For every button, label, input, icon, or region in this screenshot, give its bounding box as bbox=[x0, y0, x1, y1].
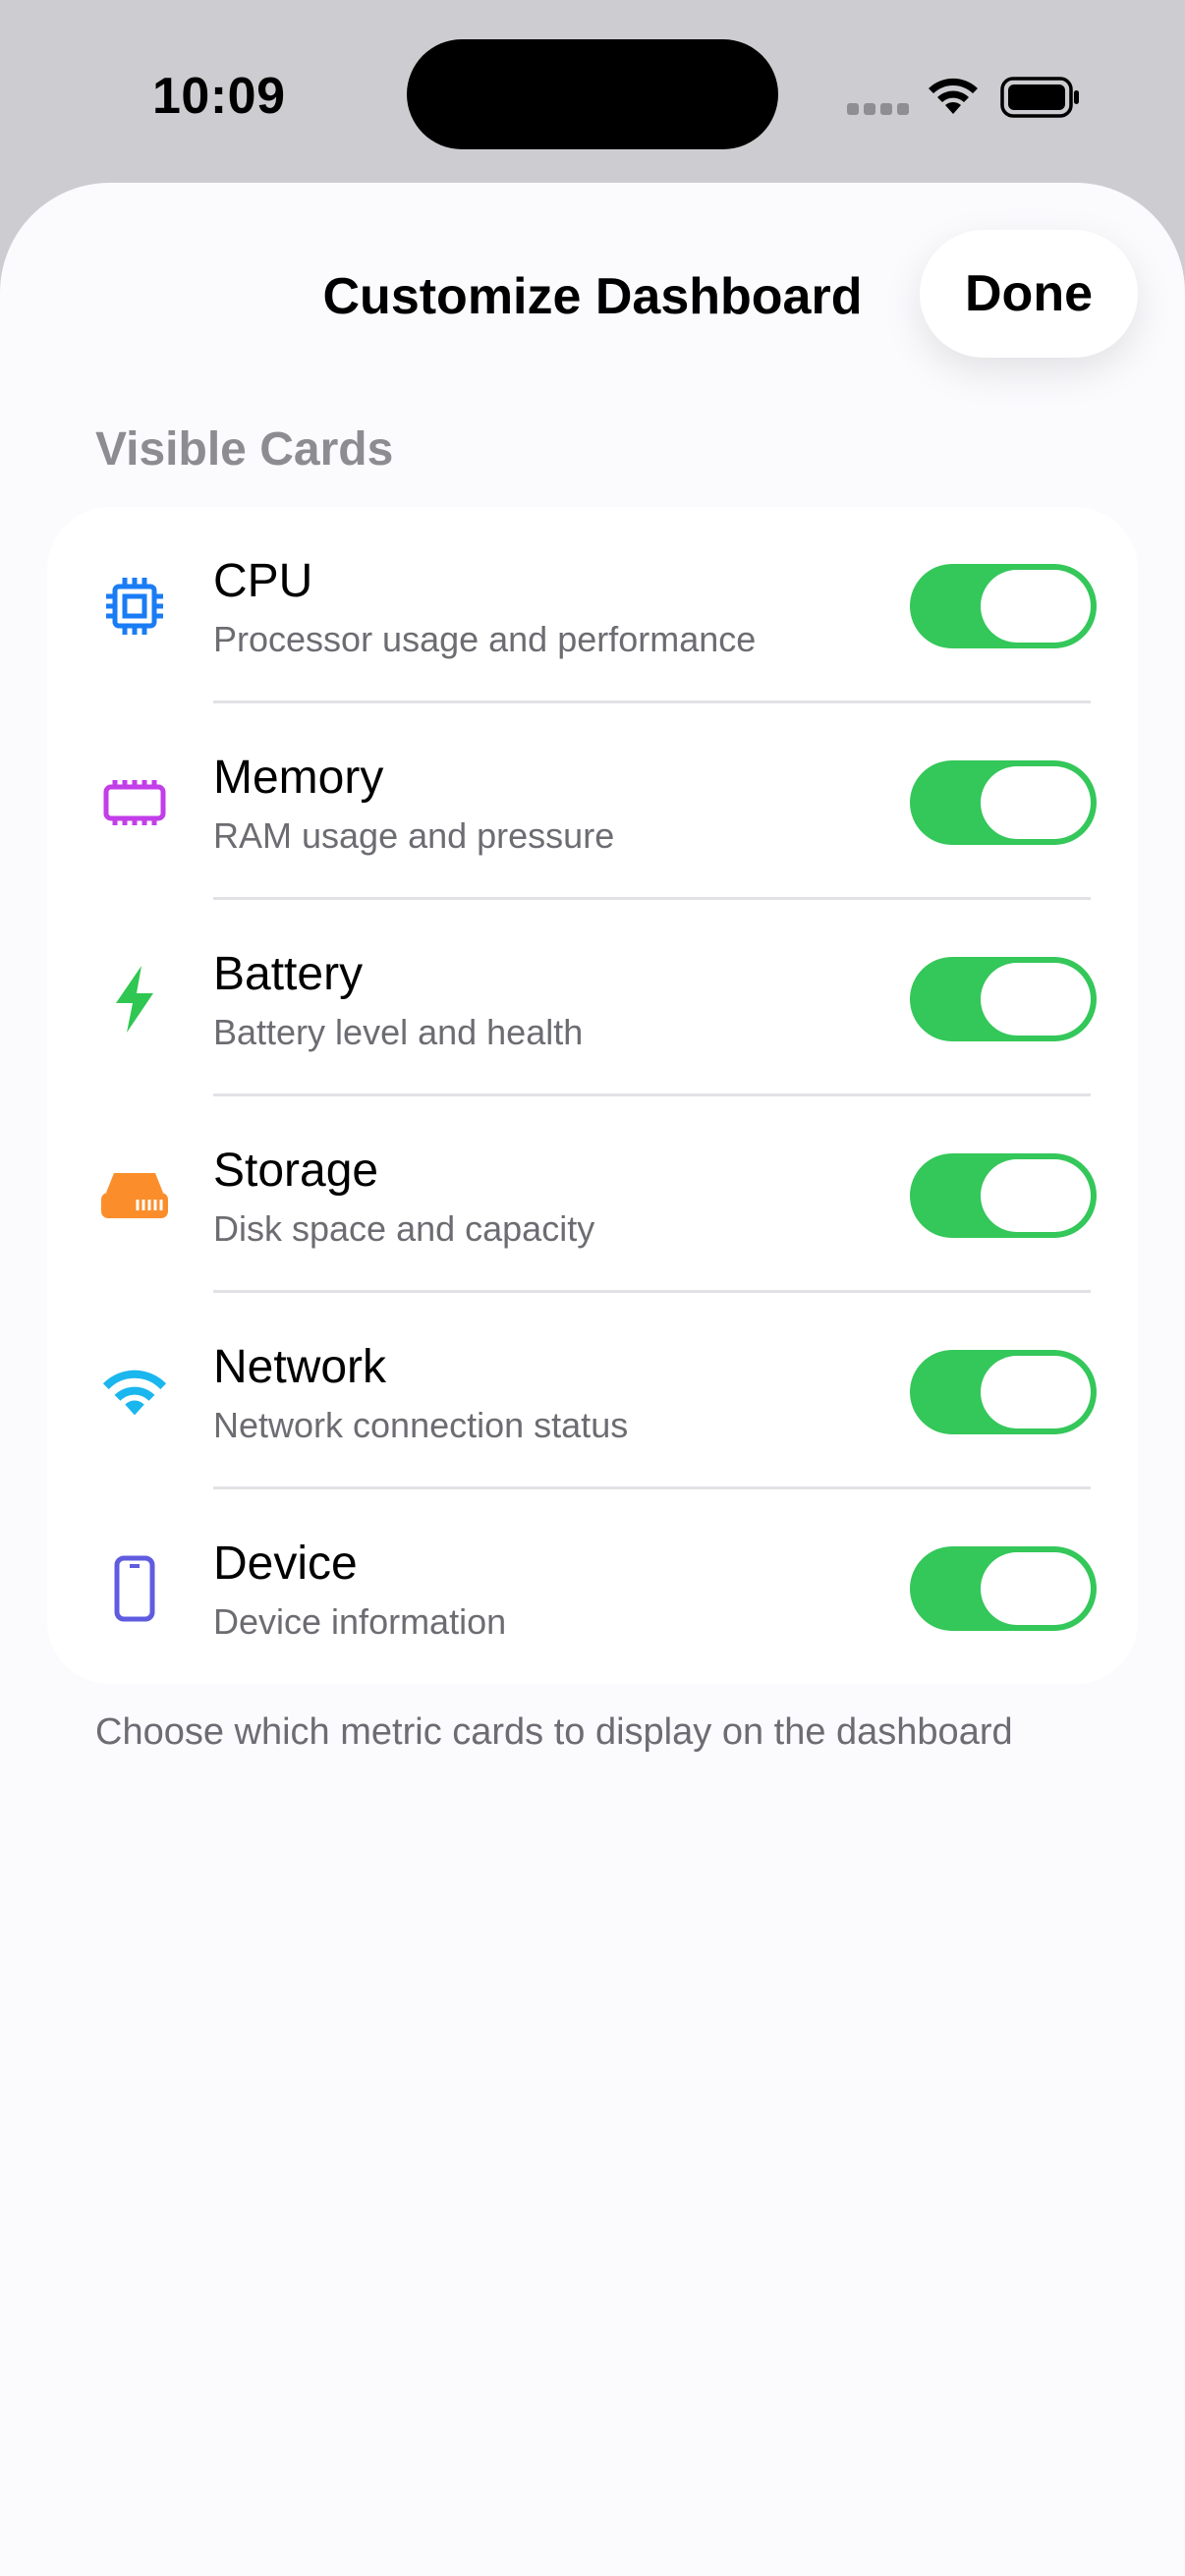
toggle-knob bbox=[981, 963, 1091, 1036]
row-title: Storage bbox=[213, 1145, 379, 1197]
row-title: Battery bbox=[213, 948, 364, 1000]
memory-toggle[interactable] bbox=[910, 760, 1097, 845]
bolt-icon bbox=[100, 965, 169, 1034]
row-title: Network bbox=[213, 1341, 387, 1393]
cpu-icon bbox=[100, 572, 169, 641]
toggle-knob bbox=[981, 1552, 1091, 1625]
row-title: Memory bbox=[213, 752, 384, 804]
battery-status-icon bbox=[1000, 77, 1079, 118]
row-subtitle: Processor usage and performance bbox=[213, 619, 757, 659]
phone-icon bbox=[100, 1554, 169, 1623]
status-time: 10:09 bbox=[152, 68, 286, 125]
row-subtitle: Battery level and health bbox=[213, 1012, 584, 1052]
wifi-icon bbox=[100, 1358, 169, 1427]
list-row-cpu: CPU Processor usage and performance bbox=[47, 507, 1138, 703]
row-subtitle: Network connection status bbox=[213, 1405, 629, 1445]
list-row-device: Device Device information bbox=[47, 1489, 1138, 1686]
list-row-network: Network Network connection status bbox=[47, 1293, 1138, 1489]
done-button[interactable]: Done bbox=[920, 230, 1138, 358]
visible-cards-list: CPU Processor usage and performance Memo… bbox=[47, 507, 1138, 1684]
customize-sheet: Customize Dashboard Done Visible Cards C… bbox=[0, 183, 1185, 2576]
row-title: Device bbox=[213, 1538, 358, 1590]
section-footer: Choose which metric cards to display on … bbox=[95, 1711, 1013, 1753]
list-row-storage: Storage Disk space and capacity bbox=[47, 1096, 1138, 1293]
toggle-knob bbox=[981, 570, 1091, 643]
device-toggle[interactable] bbox=[910, 1546, 1097, 1631]
row-subtitle: RAM usage and pressure bbox=[213, 815, 615, 856]
toggle-knob bbox=[981, 1356, 1091, 1428]
list-row-battery: Battery Battery level and health bbox=[47, 900, 1138, 1096]
toggle-knob bbox=[981, 1159, 1091, 1232]
section-header: Visible Cards bbox=[95, 423, 394, 476]
memory-icon bbox=[100, 768, 169, 837]
storage-toggle[interactable] bbox=[910, 1153, 1097, 1238]
toggle-knob bbox=[981, 766, 1091, 839]
dynamic-island bbox=[407, 39, 778, 149]
row-title: CPU bbox=[213, 555, 313, 607]
list-row-memory: Memory RAM usage and pressure bbox=[47, 703, 1138, 900]
cpu-toggle[interactable] bbox=[910, 564, 1097, 648]
status-bar: 10:09 bbox=[0, 0, 1185, 187]
wifi-status-icon bbox=[929, 78, 978, 114]
battery-toggle[interactable] bbox=[910, 957, 1097, 1041]
cellular-signal-icon bbox=[847, 103, 909, 115]
network-toggle[interactable] bbox=[910, 1350, 1097, 1434]
drive-icon bbox=[100, 1161, 169, 1230]
row-subtitle: Device information bbox=[213, 1601, 507, 1642]
row-subtitle: Disk space and capacity bbox=[213, 1208, 595, 1249]
